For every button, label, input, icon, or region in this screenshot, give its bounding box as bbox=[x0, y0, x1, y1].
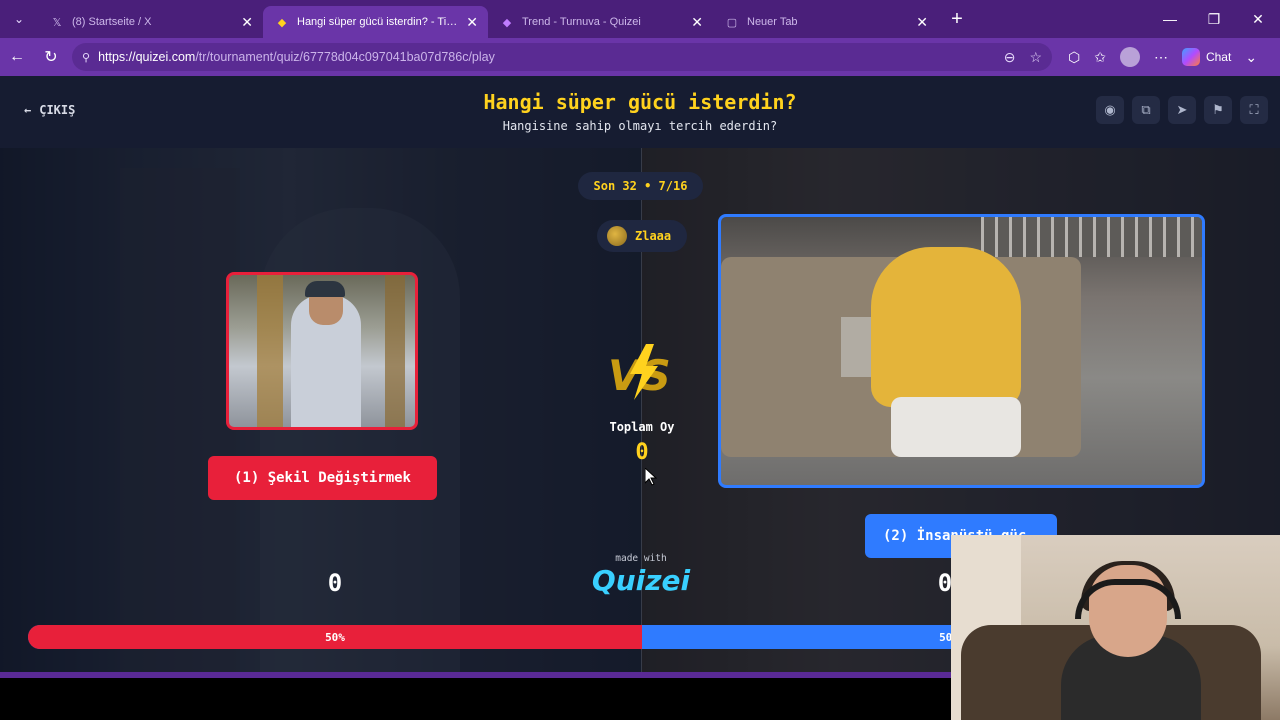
back-arrow-icon[interactable]: ← bbox=[0, 38, 34, 76]
tab-title: Hangi süper gücü isterdin? - Tier L bbox=[297, 16, 459, 28]
x-logo-icon: 𝕏 bbox=[52, 16, 62, 29]
image-person bbox=[871, 247, 1021, 407]
image-window-right bbox=[385, 275, 405, 427]
close-tab-icon[interactable]: ✕ bbox=[466, 14, 478, 31]
reload-icon[interactable]: ↻ bbox=[34, 38, 68, 76]
copilot-chat-button[interactable]: Chat bbox=[1181, 48, 1232, 66]
flag-icon[interactable]: ⚑ bbox=[1204, 96, 1232, 124]
favorite-star-icon[interactable]: ☆ bbox=[1029, 49, 1042, 66]
extensions-icon[interactable]: ⬡ bbox=[1068, 49, 1080, 66]
site-info-icon[interactable]: ⚲ bbox=[82, 51, 90, 64]
total-votes-label: Toplam Oy bbox=[609, 420, 675, 434]
tab-quizei-trend[interactable]: ◆ Trend - Turnuva - Quizei ✕ bbox=[488, 6, 713, 38]
tab-quizei-play[interactable]: ◆ Hangi süper gücü isterdin? - Tier L ✕ bbox=[263, 6, 488, 38]
tab-title: (8) Startseite / X bbox=[72, 16, 152, 28]
chevron-down-icon[interactable]: ⌄ bbox=[1245, 49, 1257, 66]
vote-left-button[interactable]: (1) Şekil Değiştirmek bbox=[208, 456, 437, 500]
maximize-icon[interactable]: ❐ bbox=[1192, 0, 1236, 38]
url-field[interactable]: ⚲ https://quizei.com/tr/tournament/quiz/… bbox=[72, 43, 1052, 71]
tab-twitter[interactable]: 𝕏 (8) Startseite / X ✕ bbox=[38, 6, 263, 38]
close-tab-icon[interactable]: ✕ bbox=[916, 14, 928, 31]
quizei-logo[interactable]: Quizei bbox=[580, 564, 702, 597]
profile-avatar[interactable] bbox=[1119, 47, 1140, 67]
url-path: /tr/tournament/quiz/67778d04c097041ba07d… bbox=[195, 50, 495, 64]
image-shorts bbox=[891, 397, 1021, 457]
share-link-icon[interactable]: ⧉ bbox=[1132, 96, 1160, 124]
send-icon[interactable]: ➤ bbox=[1168, 96, 1196, 124]
newtab-page-icon: ▢ bbox=[726, 16, 738, 29]
made-with-label: made with bbox=[615, 553, 667, 564]
option-left-image[interactable] bbox=[226, 272, 418, 430]
quizei-favicon-icon: ◆ bbox=[502, 16, 512, 29]
new-tab-plus-icon[interactable]: + bbox=[938, 0, 976, 38]
eye-icon[interactable]: ◉ bbox=[1096, 96, 1124, 124]
image-cap bbox=[305, 281, 345, 297]
address-toolbar: ← ↻ ⚲ https://quizei.com/tr/tournament/q… bbox=[0, 38, 1280, 76]
left-vote-count: 0 bbox=[327, 569, 343, 597]
copilot-icon bbox=[1181, 48, 1200, 66]
left-percent-label: 50% bbox=[325, 630, 345, 644]
page-title: Hangi süper gücü isterdin? bbox=[483, 90, 797, 114]
close-window-icon[interactable]: ✕ bbox=[1236, 0, 1280, 38]
favorites-icon[interactable]: ✩ bbox=[1094, 49, 1106, 66]
image-railing bbox=[981, 217, 1202, 257]
user-name: Zlaaa bbox=[635, 229, 672, 243]
tab-actions-menu-icon[interactable]: ⌄ bbox=[0, 0, 38, 38]
minimize-icon[interactable]: — bbox=[1148, 0, 1192, 38]
image-window-left bbox=[257, 275, 283, 427]
option-right-image[interactable] bbox=[718, 214, 1205, 488]
url-host: https://quizei.com bbox=[98, 50, 196, 64]
header-tools: ◉ ⧉ ➤ ⚑ ⛶ bbox=[1096, 96, 1268, 124]
quizei-favicon-icon: ◆ bbox=[277, 16, 287, 29]
user-avatar bbox=[607, 226, 627, 246]
close-tab-icon[interactable]: ✕ bbox=[241, 14, 253, 31]
total-votes-value: 0 bbox=[635, 440, 649, 465]
tab-title: Neuer Tab bbox=[747, 16, 798, 28]
fullscreen-icon[interactable]: ⛶ bbox=[1240, 96, 1268, 124]
zoom-icon[interactable]: ⊖ bbox=[1004, 49, 1016, 66]
quiz-header: ← ÇIKIŞ Hangi süper gücü isterdin? Hangi… bbox=[0, 76, 1280, 148]
user-pill[interactable]: Zlaaa bbox=[597, 220, 687, 252]
round-badge: Son 32 • 7/16 bbox=[578, 172, 703, 200]
chat-label: Chat bbox=[1205, 50, 1232, 64]
tab-new[interactable]: ▢ Neuer Tab ✕ bbox=[713, 6, 938, 38]
mouse-cursor-icon bbox=[645, 468, 657, 486]
more-menu-icon[interactable]: ⋯ bbox=[1154, 49, 1168, 66]
tab-title: Trend - Turnuva - Quizei bbox=[522, 16, 641, 28]
close-tab-icon[interactable]: ✕ bbox=[691, 14, 703, 31]
window-controls: — ❐ ✕ bbox=[1148, 0, 1280, 38]
webcam-overlay bbox=[951, 535, 1280, 720]
browser-tab-bar: ⌄ 𝕏 (8) Startseite / X ✕ ◆ Hangi süper g… bbox=[0, 0, 1280, 38]
vs-lightning-icon: VS bbox=[608, 344, 671, 400]
page-subtitle: Hangisine sahip olmayı tercih ederdin? bbox=[502, 119, 778, 133]
